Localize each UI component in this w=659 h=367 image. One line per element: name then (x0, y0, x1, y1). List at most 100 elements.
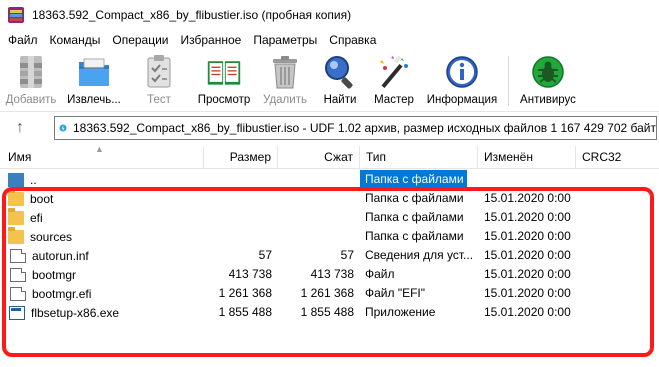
extract-button-label: Извлечь... (67, 94, 121, 106)
column-crc[interactable]: CRC32 (576, 146, 659, 169)
antivirus-button[interactable]: Антивирус (515, 54, 581, 110)
add-archive-icon (13, 54, 49, 90)
window-title: 18363.592_Compact_x86_by_flibustier.iso … (32, 8, 352, 22)
find-button[interactable]: Найти (314, 54, 366, 110)
file-size (200, 208, 272, 227)
file-size (200, 227, 272, 246)
menu-file[interactable]: Файл (2, 33, 44, 47)
extract-icon (76, 54, 112, 90)
file-type: Файл (365, 267, 395, 281)
toolbar-separator (508, 56, 509, 106)
address-field[interactable]: 18363.592_Compact_x86_by_flibustier.iso … (54, 116, 657, 140)
column-packed-label: Сжат (324, 150, 353, 164)
file-modified: 15.01.2020 0:00 (484, 191, 571, 205)
list-item[interactable]: bootmgr.efi 1 261 368 1 261 368 Файл "EF… (0, 284, 659, 303)
view-button-label: Просмотр (197, 94, 251, 106)
address-text: 18363.592_Compact_x86_by_flibustier.iso … (73, 121, 656, 135)
file-type: Папка с файлами (365, 229, 464, 243)
extract-button[interactable]: Извлечь... (62, 54, 126, 110)
file-icon (10, 286, 26, 301)
disc-image-icon (59, 124, 67, 132)
antivirus-button-label: Антивирус (520, 94, 576, 106)
up-arrow-icon[interactable]: ↑ (0, 119, 40, 137)
test-button[interactable]: Тест (126, 54, 192, 110)
winrar-app-icon[interactable] (8, 7, 24, 23)
file-size: 413 738 (228, 267, 272, 281)
file-packed (276, 208, 354, 227)
menu-favorites[interactable]: Избранное (175, 33, 248, 47)
column-name[interactable]: Имя (0, 146, 204, 169)
file-type: Папка с файлами (365, 210, 464, 224)
list-item[interactable]: sources Папка с файлами 15.01.2020 0:00 (0, 227, 659, 246)
wizard-button[interactable]: Мастер (366, 54, 422, 110)
menu-bar: Файл Команды Операции Избранное Параметр… (0, 30, 659, 50)
file-size (200, 170, 272, 189)
column-type[interactable]: Тип (360, 146, 478, 169)
file-name: bootmgr (32, 267, 77, 282)
menu-help[interactable]: Справка (323, 33, 382, 47)
column-name-label: Имя (8, 150, 32, 164)
file-size: 1 261 368 (218, 286, 272, 300)
title-bar: 18363.592_Compact_x86_by_flibustier.iso … (0, 0, 659, 30)
file-name: autorun.inf (32, 248, 89, 263)
parent-folder-icon (8, 172, 24, 187)
file-type: Приложение (365, 305, 436, 319)
add-button[interactable]: Добавить (0, 54, 62, 110)
file-name: efi (30, 210, 43, 225)
antivirus-bug-icon (530, 54, 566, 90)
list-item[interactable]: efi Папка с файлами 15.01.2020 0:00 (0, 208, 659, 227)
file-name: boot (30, 191, 54, 206)
file-packed: 1 261 368 (300, 286, 354, 300)
file-type: Сведения для уст... (365, 248, 474, 262)
settings-file-icon (10, 248, 26, 263)
folder-icon (8, 227, 24, 244)
file-packed (276, 227, 354, 246)
delete-button-label: Удалить (263, 94, 307, 106)
toolbar: Добавить Извлечь... Тест Просмотр Удалит… (0, 50, 659, 112)
add-button-label: Добавить (5, 94, 57, 106)
file-type: Папка с файлами (365, 172, 464, 186)
view-button[interactable]: Просмотр (192, 54, 256, 110)
trash-icon (267, 54, 303, 90)
file-modified: 15.01.2020 0:00 (484, 286, 571, 300)
column-type-label: Тип (366, 150, 387, 164)
info-button-label: Информация (426, 94, 498, 106)
column-packed[interactable]: Сжат (278, 146, 360, 169)
column-modified[interactable]: Изменён (478, 146, 576, 169)
file-packed: 57 (340, 248, 354, 262)
folder-icon (8, 208, 24, 225)
file-icon (10, 267, 26, 282)
exe-file-icon (9, 305, 25, 320)
list-item[interactable]: autorun.inf 57 57 Сведения для уст... 15… (0, 246, 659, 265)
delete-button[interactable]: Удалить (256, 54, 314, 110)
file-packed: 1 855 488 (300, 305, 354, 319)
list-item[interactable]: .. Папка с файлами (0, 170, 659, 189)
file-packed (276, 189, 354, 208)
file-type: Файл "EFI" (365, 286, 426, 300)
column-size[interactable]: Размер (204, 146, 278, 169)
file-modified: 15.01.2020 0:00 (484, 210, 571, 224)
file-packed: 413 738 (310, 267, 354, 281)
test-button-label: Тест (147, 94, 171, 106)
column-crc-label: CRC32 (582, 150, 622, 164)
file-modified (484, 170, 584, 189)
file-modified: 15.01.2020 0:00 (484, 248, 571, 262)
file-modified: 15.01.2020 0:00 (484, 267, 571, 281)
list-item[interactable]: boot Папка с файлами 15.01.2020 0:00 (0, 189, 659, 208)
file-size: 57 (258, 248, 272, 262)
info-icon (444, 54, 480, 90)
info-button[interactable]: Информация (422, 54, 502, 110)
menu-options[interactable]: Параметры (247, 33, 323, 47)
menu-commands[interactable]: Команды (44, 33, 107, 47)
file-modified: 15.01.2020 0:00 (484, 305, 571, 319)
find-magnifier-icon (322, 54, 358, 90)
list-item[interactable]: bootmgr 413 738 413 738 Файл 15.01.2020 … (0, 265, 659, 284)
test-icon (141, 54, 177, 90)
list-item[interactable]: flbsetup-x86.exe 1 855 488 1 855 488 При… (0, 303, 659, 322)
file-size (200, 189, 272, 208)
column-modified-label: Изменён (484, 150, 533, 164)
file-name: bootmgr.efi (32, 286, 92, 301)
address-bar: ↑ 18363.592_Compact_x86_by_flibustier.is… (0, 114, 659, 142)
file-size: 1 855 488 (218, 305, 272, 319)
menu-operations[interactable]: Операции (106, 33, 174, 47)
